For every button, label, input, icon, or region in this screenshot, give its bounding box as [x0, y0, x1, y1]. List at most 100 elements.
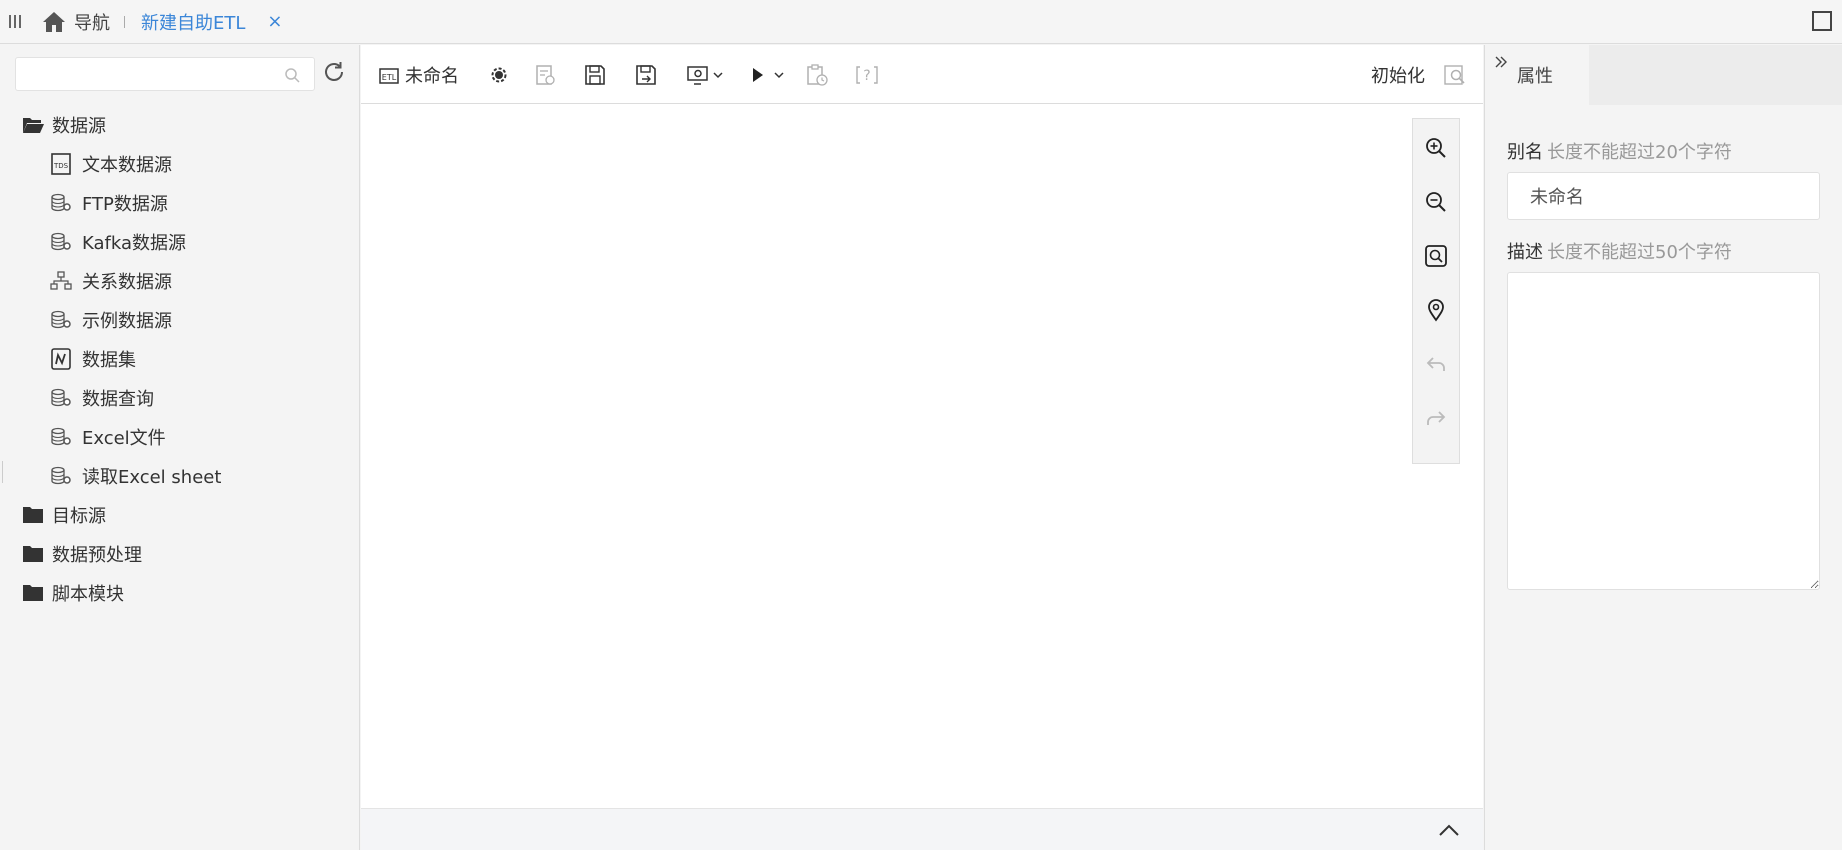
run-dropdown-button[interactable] [745, 62, 785, 88]
tree-item-sample-datasource[interactable]: 示例数据源 [0, 300, 360, 339]
panel-resize-handle[interactable] [2, 461, 3, 483]
tree-item-label: 关系数据源 [82, 271, 172, 293]
run-history-button[interactable] [805, 62, 829, 88]
database-gear-icon [51, 466, 71, 484]
refresh-icon[interactable] [322, 60, 346, 84]
tree-folder-target[interactable]: 目标源 [0, 495, 360, 534]
database-gear-icon [51, 232, 71, 250]
zoom-out-icon[interactable] [1424, 190, 1448, 214]
description-textarea[interactable] [1507, 272, 1820, 590]
locate-pin-icon[interactable] [1424, 298, 1448, 322]
undo-icon[interactable] [1424, 352, 1448, 376]
tree-item-label: 数据集 [82, 349, 136, 371]
help-icon: ? [856, 66, 878, 84]
tree-folder-label: 目标源 [52, 505, 106, 527]
tree-item-text-datasource[interactable]: TDS 文本数据源 [0, 144, 360, 183]
tree-item-label: Kafka数据源 [82, 232, 186, 254]
node-library-panel: 数据源 TDS 文本数据源 FTP数据源 Kafka数据源 关系数据源 示例数据… [0, 45, 360, 850]
menu-icon[interactable] [4, 15, 26, 28]
svg-text:ETL: ETL [382, 73, 397, 82]
save-as-button[interactable] [634, 62, 658, 88]
desc-hint: 长度不能超过50个字符 [1547, 242, 1732, 263]
tree-item-label: FTP数据源 [82, 193, 168, 215]
node-tree: 数据源 TDS 文本数据源 FTP数据源 Kafka数据源 关系数据源 示例数据… [0, 105, 360, 612]
tree-item-relational-datasource[interactable]: 关系数据源 [0, 261, 360, 300]
alias-input[interactable] [1507, 172, 1820, 220]
redo-icon[interactable] [1424, 406, 1448, 430]
preview-button[interactable] [1443, 62, 1467, 88]
svg-text:?: ? [863, 68, 870, 84]
chevron-up-icon[interactable] [1437, 821, 1461, 839]
properties-panel: 属性 别名长度不能超过20个字符 描述长度不能超过50个字符 [1484, 45, 1842, 850]
etl-icon: ETL [379, 68, 399, 84]
tree-folder-datasource[interactable]: 数据源 [0, 105, 360, 144]
tree-item-kafka-datasource[interactable]: Kafka数据源 [0, 222, 360, 261]
alias-field-label: 别名 长度不能超过20个字符 [1507, 138, 1732, 164]
desc-label: 描述 [1507, 242, 1543, 263]
folder-icon [23, 545, 43, 562]
monitor-gear-icon [687, 66, 708, 85]
tree-folder-label: 数据预处理 [52, 544, 142, 566]
canvas-zoom-toolbar [1412, 118, 1460, 464]
tree-item-excel-file[interactable]: Excel文件 [0, 417, 360, 456]
gear-icon [491, 67, 507, 83]
database-gear-icon [51, 388, 71, 406]
svg-text:TDS: TDS [53, 162, 69, 170]
database-gear-icon [51, 310, 71, 328]
chevron-down-icon [774, 72, 784, 79]
help-button[interactable]: ? [855, 62, 879, 88]
save-icon [585, 65, 605, 85]
etl-name-button[interactable]: ETL 未命名 [377, 62, 459, 88]
schedule-button[interactable] [533, 62, 557, 88]
preview-search-icon [1444, 65, 1465, 85]
fit-view-icon[interactable] [1424, 244, 1448, 268]
clipboard-clock-icon [807, 64, 828, 86]
folder-icon [23, 584, 43, 601]
tree-folder-label: 数据源 [52, 115, 106, 137]
tree-folder-preprocess[interactable]: 数据预处理 [0, 534, 360, 573]
tree-item-label: Excel文件 [82, 427, 166, 449]
home-icon[interactable] [42, 11, 66, 33]
desc-field-label: 描述 长度不能超过50个字符 [1507, 238, 1732, 264]
alias-label: 别名 [1507, 142, 1543, 163]
etl-name-label: 未命名 [405, 66, 459, 87]
search-icon[interactable] [284, 67, 300, 83]
tree-item-label: 读取Excel sheet [82, 466, 222, 488]
tree-item-read-excel-sheet[interactable]: 读取Excel sheet [0, 456, 360, 495]
tab-properties-label: 属性 [1517, 66, 1553, 87]
schedule-doc-icon [536, 65, 555, 85]
top-tab-bar: 导航 新建自助ETL × [0, 0, 1842, 44]
zoom-in-icon[interactable] [1424, 136, 1448, 160]
tree-item-data-query[interactable]: 数据查询 [0, 378, 360, 417]
folder-open-icon [23, 117, 44, 133]
tree-item-ftp-datasource[interactable]: FTP数据源 [0, 183, 360, 222]
tree-item-dataset[interactable]: 数据集 [0, 339, 360, 378]
search-input[interactable] [24, 59, 279, 89]
double-chevron-right-icon[interactable] [1493, 55, 1509, 71]
maximize-icon[interactable] [1812, 11, 1832, 31]
config-dropdown-button[interactable] [686, 62, 724, 88]
initialize-label: 初始化 [1371, 66, 1425, 87]
text-datasource-icon: TDS [51, 152, 71, 175]
tree-item-label: 文本数据源 [82, 154, 172, 176]
etl-editor: ETL 未命名 ? 初始化 [361, 45, 1483, 850]
nav-tab[interactable]: 导航 [74, 9, 110, 35]
dataset-icon [51, 347, 71, 370]
tree-item-label: 数据查询 [82, 388, 154, 410]
settings-button[interactable] [487, 62, 511, 88]
close-tab-icon[interactable]: × [267, 11, 282, 32]
etl-canvas[interactable] [361, 105, 1483, 808]
properties-tabs: 属性 [1485, 45, 1842, 105]
initialize-button[interactable]: 初始化 [1371, 62, 1425, 88]
bottom-panel-bar [361, 808, 1483, 850]
tab-new-etl[interactable]: 新建自助ETL [141, 9, 245, 35]
folder-icon [23, 506, 43, 523]
tab-properties[interactable]: 属性 [1485, 45, 1589, 105]
tree-item-label: 示例数据源 [82, 310, 172, 332]
tab-separator [124, 15, 125, 28]
editor-toolbar: ETL 未命名 ? 初始化 [361, 45, 1483, 104]
tree-folder-label: 脚本模块 [52, 583, 124, 605]
chevron-down-icon [713, 72, 723, 79]
tree-folder-script[interactable]: 脚本模块 [0, 573, 360, 612]
save-button[interactable] [583, 62, 607, 88]
